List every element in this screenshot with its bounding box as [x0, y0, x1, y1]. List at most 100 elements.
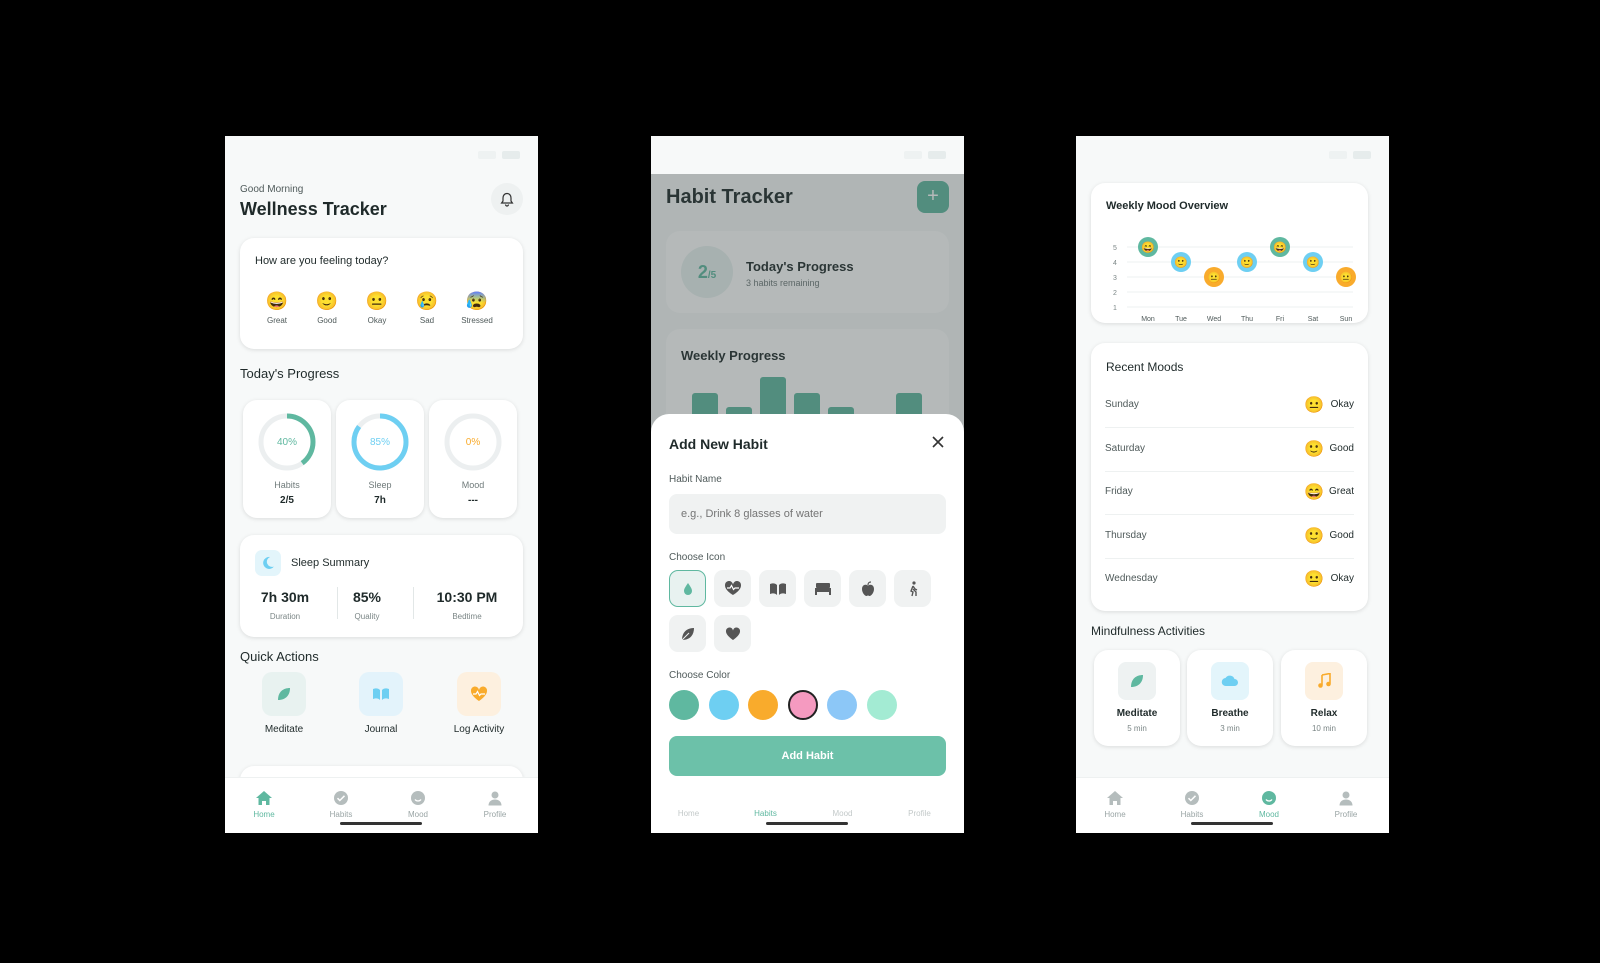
notification-button[interactable] [491, 183, 523, 215]
icon-option-bed[interactable] [804, 570, 841, 607]
recent-mood-row[interactable]: Saturday 🙂 Good [1105, 439, 1354, 472]
progress-ring: 85% [349, 411, 411, 473]
add-habit-submit-button[interactable]: Add Habit [669, 736, 946, 776]
add-habit-modal: Add New Habit Habit Name Choose Icon Cho… [651, 414, 964, 833]
mood-option-great[interactable]: 😄 Great [256, 291, 298, 325]
journal-label: Journal [364, 724, 398, 735]
mood-emoji: 😄 [265, 291, 289, 311]
tab-profile[interactable]: Profile [465, 790, 525, 819]
color-swatch[interactable] [708, 690, 739, 720]
mood-question: How are you feeling today? [255, 255, 389, 267]
tab-profile[interactable]: Profile [897, 809, 942, 818]
recent-mood-value: Okay [1330, 573, 1354, 584]
smile-icon [1262, 791, 1276, 805]
water-drop-icon [683, 582, 692, 595]
color-swatch[interactable] [787, 690, 818, 720]
tab-bar: Home Habits Mood Profile [225, 777, 538, 833]
tab-habits[interactable]: Habits [1162, 790, 1222, 819]
progress-card-mood[interactable]: 0% Mood --- [429, 400, 517, 518]
mood-screen: Weekly Mood Overview 1 2 3 4 5 Mon 😄 Tue 🙂 Wed 😐 Th… [1076, 136, 1389, 833]
x-tick-label: Thu [1241, 316, 1253, 323]
recent-mood-day: Wednesday [1105, 573, 1158, 584]
log-activity-action[interactable]: Log Activity [434, 672, 524, 735]
icon-option-leaf[interactable] [669, 615, 706, 652]
meditate-action[interactable]: Meditate [239, 672, 329, 735]
habit-name-input[interactable] [669, 494, 946, 534]
recent-mood-row[interactable]: Sunday 😐 Okay [1105, 395, 1354, 428]
sleep-stat-quality: 85% Quality [327, 589, 407, 621]
divider [1105, 470, 1354, 472]
color-swatch[interactable] [866, 690, 897, 720]
mood-label: Okay [367, 316, 387, 325]
sleep-stat-duration: 7h 30m Duration [245, 589, 325, 621]
weekly-mood-chart: 1 2 3 4 5 Mon 😄 Tue 🙂 Wed 😐 Thu 🙂 Fri 😄 Sat 🙂 Sun 😐 [1113, 237, 1356, 323]
mood-label: Great [266, 316, 287, 325]
activity-meditate[interactable]: Meditate 5 min [1094, 650, 1180, 746]
mood-point-emoji: 🙂 [1174, 256, 1188, 269]
progress-card-habits[interactable]: 40% Habits 2/5 [243, 400, 331, 518]
icon-option-book[interactable] [759, 570, 796, 607]
tab-mood[interactable]: Mood [820, 809, 865, 818]
tab-habits[interactable]: Habits [311, 790, 371, 819]
home-indicator [766, 822, 848, 825]
icon-option-heart[interactable] [714, 615, 751, 652]
sleep-summary-card[interactable]: Sleep Summary 7h 30m Duration 85% Quality 10… [240, 535, 523, 637]
recent-mood-row[interactable]: Thursday 🙂 Good [1105, 526, 1354, 559]
page-title: Wellness Tracker [240, 199, 387, 219]
mood-emoji: 🙂 [315, 291, 339, 311]
mood-label: Stressed [461, 316, 493, 325]
x-tick-label: Sat [1308, 316, 1319, 323]
recent-mood-day: Thursday [1105, 529, 1147, 541]
color-swatch[interactable] [669, 690, 699, 720]
sleep-stat-bedtime: 10:30 PM Bedtime [417, 589, 517, 621]
tab-label: Home [253, 810, 275, 819]
icon-option-water[interactable] [669, 570, 706, 607]
progress-label: Sleep [368, 480, 392, 490]
mindfulness-title: Mindfulness Activities [1091, 624, 1206, 638]
color-swatch[interactable] [827, 690, 857, 720]
activity-relax[interactable]: Relax 10 min [1281, 650, 1367, 746]
x-tick-label: Sun [1340, 316, 1353, 323]
icon-option-heartbeat[interactable] [714, 570, 751, 607]
mood-option-good[interactable]: 🙂 Good [306, 291, 348, 325]
x-tick-label: Wed [1207, 316, 1221, 323]
close-icon[interactable] [930, 434, 946, 450]
tab-habits[interactable]: Habits [743, 809, 788, 818]
x-tick-label: Fri [1276, 316, 1285, 323]
color-swatch[interactable] [748, 690, 778, 720]
progress-card-sleep[interactable]: 85% Sleep 7h [336, 400, 424, 518]
book-icon [769, 582, 786, 595]
home-screen: Good Morning Wellness Tracker How are yo… [225, 136, 538, 833]
mood-option-okay[interactable]: 😐 Okay [356, 291, 398, 325]
choose-icon-label: Choose Icon [669, 552, 726, 563]
mood-option-stressed[interactable]: 😰 Stressed [456, 291, 498, 325]
habit-name-label: Habit Name [669, 474, 722, 485]
tab-home[interactable]: Home [234, 790, 294, 819]
tab-home[interactable]: Home [1085, 790, 1145, 819]
progress-percent: 40% [276, 437, 297, 448]
recent-mood-row[interactable]: Friday 😄 Great [1105, 482, 1354, 515]
activity-breathe[interactable]: Breathe 3 min [1187, 650, 1273, 746]
divider [1105, 557, 1354, 559]
leaf-icon [1118, 662, 1156, 700]
bell-icon [500, 192, 514, 207]
check-circle-icon [1185, 791, 1199, 805]
tab-mood[interactable]: Mood [388, 790, 448, 819]
tab-mood[interactable]: Mood [1239, 790, 1299, 819]
recent-mood-day: Saturday [1105, 442, 1146, 454]
y-tick-label: 1 [1113, 305, 1117, 312]
mood-point-emoji: 😄 [1141, 241, 1155, 254]
tab-home[interactable]: Home [666, 809, 711, 818]
icon-option-apple[interactable] [849, 570, 886, 607]
recent-mood-row[interactable]: Wednesday 😐 Okay [1105, 569, 1354, 589]
tab-label: Habits [329, 810, 353, 819]
progress-value: 7h [374, 495, 386, 506]
recent-mood-emoji: 🙂 [1304, 440, 1324, 458]
tab-profile[interactable]: Profile [1316, 790, 1376, 819]
recent-mood-day: Sunday [1105, 399, 1139, 410]
icon-option-walking[interactable] [894, 570, 931, 607]
journal-action[interactable]: Journal [336, 672, 426, 735]
log-activity-label: Log Activity [453, 724, 505, 735]
divider [413, 587, 414, 619]
mood-option-sad[interactable]: 😢 Sad [406, 291, 448, 325]
